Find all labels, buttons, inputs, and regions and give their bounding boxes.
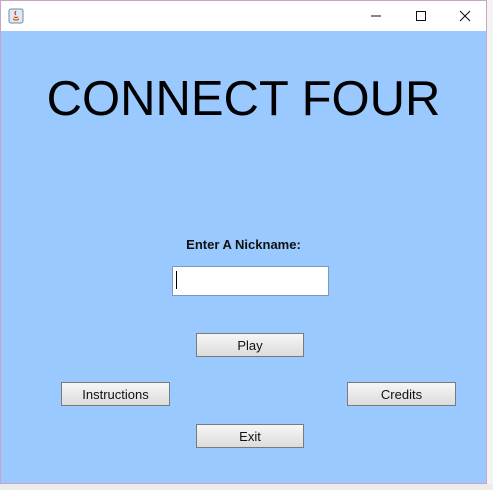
nickname-label: Enter A Nickname: [186, 237, 301, 252]
java-app-icon [8, 8, 24, 24]
app-window: CONNECT FOUR Enter A Nickname: Play Inst… [0, 0, 487, 484]
close-icon [459, 10, 471, 22]
maximize-icon [416, 11, 426, 21]
exit-button[interactable]: Exit [196, 424, 304, 448]
title-bar[interactable] [1, 1, 486, 31]
text-caret [176, 271, 177, 289]
minimize-button[interactable] [353, 1, 399, 31]
instructions-button[interactable]: Instructions [61, 382, 170, 406]
close-button[interactable] [442, 1, 488, 31]
play-button[interactable]: Play [196, 333, 304, 357]
desktop-bottom-strip [0, 484, 493, 490]
game-title: CONNECT FOUR [46, 72, 441, 126]
maximize-button[interactable] [398, 1, 444, 31]
credits-button[interactable]: Credits [347, 382, 456, 406]
nickname-input[interactable] [172, 266, 329, 296]
minimize-icon [371, 15, 381, 17]
